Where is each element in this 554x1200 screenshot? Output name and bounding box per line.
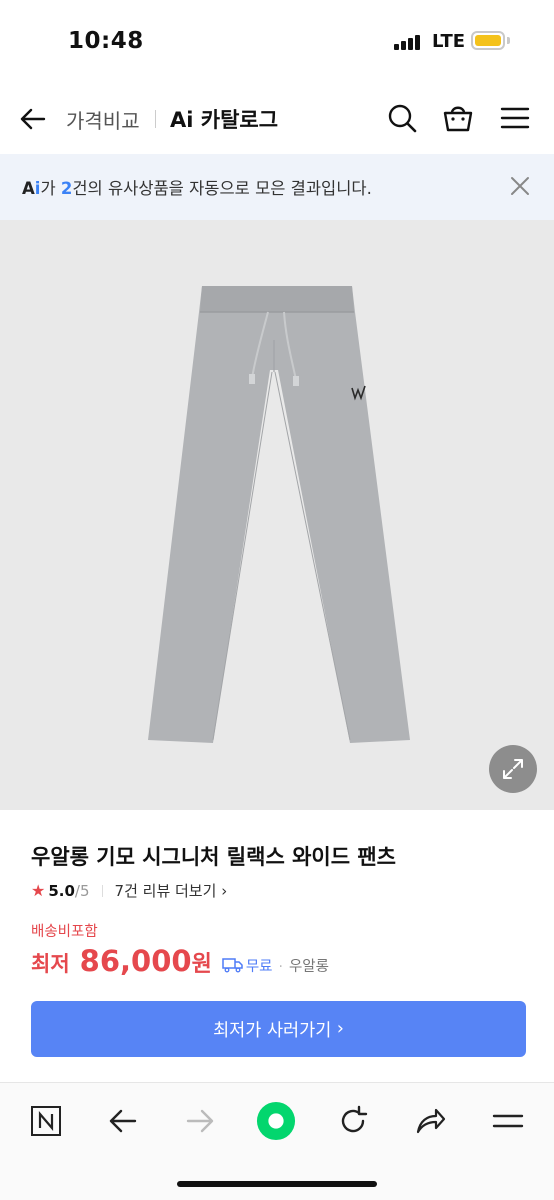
status-time: 10:48 <box>68 28 144 54</box>
naver-home-icon[interactable] <box>26 1101 66 1141</box>
price-currency: 원 <box>191 952 212 977</box>
home-indicator <box>177 1181 377 1187</box>
shipping-free: 무료 <box>245 959 273 975</box>
green-dot-icon[interactable] <box>256 1101 296 1141</box>
expand-image-button[interactable] <box>489 745 537 793</box>
search-icon[interactable] <box>386 102 418 134</box>
review-link[interactable]: 7건 리뷰 더보기 › <box>115 880 228 901</box>
refresh-icon[interactable] <box>333 1101 373 1141</box>
expand-icon <box>503 759 523 779</box>
ai-result-banner: Ai가 2건의 유사상품을 자동으로 모은 결과입니다. <box>0 154 554 220</box>
menu-icon[interactable] <box>499 102 531 134</box>
rating-score: 5.0 <box>48 881 75 900</box>
share-icon[interactable] <box>410 1101 450 1141</box>
battery-tip <box>507 37 510 44</box>
top-nav: 가격비교 Ai 카탈로그 <box>0 84 554 154</box>
price-row: 최저 86,000 원 무료 · 우알롱 <box>31 944 329 978</box>
star-icon: ★ <box>31 881 46 900</box>
battery-icon <box>471 31 505 50</box>
separator-dot: · <box>278 959 283 975</box>
pants-illustration <box>148 286 410 743</box>
back-arrow-icon[interactable] <box>18 104 48 134</box>
rating-row: ★ 5.0 /5 7건 리뷰 더보기 › <box>31 880 227 901</box>
similar-count: 2 <box>60 179 73 198</box>
product-image[interactable] <box>0 220 554 810</box>
signal-icon <box>394 34 422 50</box>
banner-text: Ai가 2건의 유사상품을 자동으로 모은 결과입니다. <box>22 179 372 198</box>
menu-icon[interactable] <box>488 1101 528 1141</box>
seller-name[interactable]: 우알롱 <box>289 955 329 976</box>
shipping-included-label: 배송비포함 <box>31 924 98 940</box>
price-value: 86,000 <box>79 944 192 978</box>
chevron-right-icon: › <box>336 1019 344 1039</box>
chevron-right-icon: › <box>221 882 228 900</box>
breadcrumb-price-compare[interactable]: 가격비교 <box>66 105 140 134</box>
forward-icon[interactable] <box>180 1101 220 1141</box>
product-title: 우알롱 기모 시그니처 릴랙스 와이드 팬츠 <box>31 845 396 869</box>
back-icon[interactable] <box>103 1101 143 1141</box>
rating-max: /5 <box>74 881 90 900</box>
network-label: LTE <box>432 31 466 52</box>
breadcrumb-divider <box>155 110 156 128</box>
rating-divider <box>101 884 103 897</box>
shopping-bag-icon[interactable] <box>442 102 474 134</box>
browser-toolbar <box>0 1082 554 1200</box>
buy-lowest-button[interactable]: 최저가 사러가기 › <box>31 1001 526 1057</box>
status-bar: 10:48 LTE <box>0 0 554 84</box>
lowest-label: 최저 <box>31 952 70 976</box>
truck-icon <box>222 957 244 977</box>
close-icon[interactable] <box>509 175 531 197</box>
ai-logo: Ai <box>22 179 41 198</box>
page-title: Ai 카탈로그 <box>170 108 279 132</box>
